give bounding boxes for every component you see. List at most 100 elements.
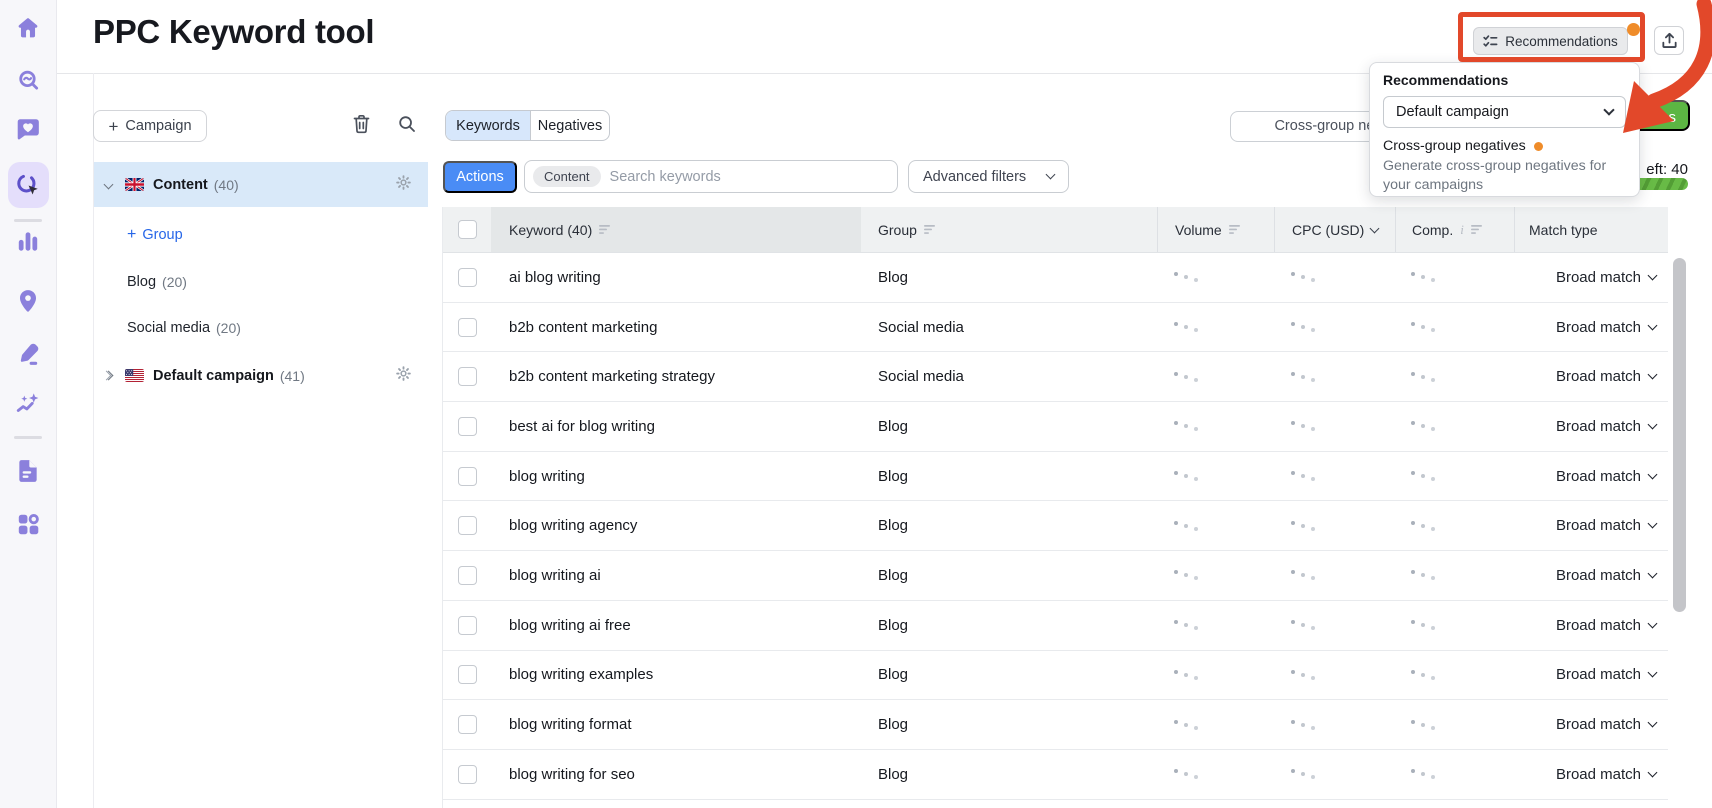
row-checkbox[interactable]: [457, 516, 477, 536]
match-type-dropdown[interactable]: Broad match: [1528, 269, 1669, 286]
match-type-dropdown[interactable]: Broad match: [1528, 766, 1669, 783]
match-type-dropdown[interactable]: Broad match: [1528, 567, 1669, 584]
cpc-loading-dots: [1291, 421, 1395, 432]
row-checkbox[interactable]: [457, 764, 477, 784]
row-checkbox[interactable]: [457, 267, 477, 287]
actions-button[interactable]: Actions: [443, 161, 517, 193]
filter-chip-content[interactable]: Content: [533, 166, 601, 187]
chevron-down-icon[interactable]: [103, 179, 114, 190]
gear-icon[interactable]: [396, 365, 411, 386]
match-type-dropdown[interactable]: Broad match: [1528, 468, 1669, 485]
gear-icon[interactable]: [396, 174, 411, 195]
tab-keywords[interactable]: Keywords: [446, 111, 531, 140]
location-pin-icon[interactable]: [15, 288, 41, 314]
ppc-tool-icon[interactable]: [15, 172, 41, 198]
table-row: b2b content marketing strategy Social me…: [443, 352, 1669, 403]
export-button[interactable]: [1654, 26, 1684, 55]
volume-loading-dots: [1174, 322, 1274, 333]
flag-uk-icon: [125, 178, 144, 191]
recommendation-description: Generate cross-group negatives for your …: [1383, 158, 1607, 193]
sort-icon[interactable]: [599, 222, 612, 238]
column-header-competition[interactable]: Comp. i: [1395, 207, 1514, 252]
column-header-volume[interactable]: Volume: [1157, 207, 1274, 252]
ai-insights-icon[interactable]: [15, 391, 41, 417]
keywords-table: Keyword (40) Group Volume CPC (USD) Comp…: [442, 207, 1668, 808]
match-type-dropdown[interactable]: Broad match: [1528, 716, 1669, 733]
column-header-group[interactable]: Group: [861, 207, 1157, 252]
tree-item-campaign-default[interactable]: Default campaign (41): [94, 353, 428, 398]
delete-icon[interactable]: [352, 114, 371, 139]
cpc-loading-dots: [1291, 719, 1395, 730]
row-checkbox[interactable]: [457, 416, 477, 436]
home-icon[interactable]: [15, 15, 41, 41]
competition-loading-dots: [1411, 421, 1514, 432]
row-checkbox[interactable]: [457, 317, 477, 337]
match-type-dropdown[interactable]: Broad match: [1528, 368, 1669, 385]
campaign-select[interactable]: Default campaign: [1383, 96, 1626, 128]
tree-item-campaign-content[interactable]: Content (40): [94, 162, 428, 207]
row-checkbox[interactable]: [457, 367, 477, 387]
content-editor-icon[interactable]: [15, 341, 41, 367]
match-type-dropdown[interactable]: Broad match: [1528, 617, 1669, 634]
sort-icon[interactable]: [1470, 222, 1484, 238]
rail-divider: [14, 436, 42, 439]
row-checkbox[interactable]: [457, 665, 477, 685]
column-header-label: Keyword (40): [509, 221, 593, 238]
tree-item-group-social-media[interactable]: Social media (20): [94, 305, 428, 350]
checklist-icon: [1483, 34, 1498, 48]
add-group-label: Group: [142, 227, 183, 243]
search-tree-icon[interactable]: [398, 115, 416, 138]
vertical-scrollbar-thumb[interactable]: [1673, 258, 1686, 612]
notification-dot: [1627, 23, 1640, 36]
row-checkbox[interactable]: [457, 466, 477, 486]
tab-negatives[interactable]: Negatives: [531, 111, 609, 140]
tree-item-group-blog[interactable]: Blog (20): [94, 259, 428, 304]
match-type-dropdown[interactable]: Broad match: [1528, 666, 1669, 683]
match-type-value: Broad match: [1555, 566, 1641, 584]
table-body: ai blog writing Blog Broad match b2b con…: [443, 253, 1668, 800]
recommendations-button[interactable]: Recommendations: [1473, 27, 1628, 55]
table-row: blog writing examples Blog Broad match: [443, 650, 1669, 701]
add-group-button[interactable]: + Group: [127, 227, 183, 244]
chevron-down-icon[interactable]: [1369, 223, 1380, 233]
advanced-filters-button[interactable]: Advanced filters: [908, 160, 1069, 193]
volume-loading-dots: [1174, 520, 1274, 531]
volume-loading-dots: [1174, 272, 1274, 283]
add-campaign-button[interactable]: + Campaign: [93, 110, 207, 142]
plus-icon: +: [108, 116, 119, 136]
popup-title: Recommendations: [1383, 72, 1509, 88]
select-all-checkbox[interactable]: [457, 220, 477, 239]
competition-loading-dots: [1411, 669, 1514, 680]
match-type-dropdown[interactable]: Broad match: [1528, 517, 1669, 534]
volume-loading-dots: [1174, 421, 1274, 432]
row-checkbox[interactable]: [457, 715, 477, 735]
group-cell: Blog: [878, 566, 909, 584]
search-keywords-input[interactable]: Content Search keywords: [524, 160, 898, 193]
cpc-loading-dots: [1291, 520, 1395, 531]
column-header-cpc[interactable]: CPC (USD): [1274, 207, 1395, 252]
column-header-keyword[interactable]: Keyword (40): [491, 207, 861, 252]
keyword-cell: blog writing ai free: [509, 616, 631, 634]
table-row: blog writing agency Blog Broad match: [443, 501, 1669, 552]
chevron-down-icon: [1603, 104, 1615, 116]
chevron-right-icon[interactable]: [103, 370, 114, 381]
match-type-dropdown[interactable]: Broad match: [1528, 418, 1669, 435]
row-checkbox[interactable]: [457, 565, 477, 585]
recommendation-item-cross-group-negatives[interactable]: Cross-group negatives: [1383, 138, 1626, 154]
keyword-cell: blog writing for seo: [509, 765, 635, 783]
group-name: Social media: [127, 319, 211, 336]
sort-icon[interactable]: [1228, 222, 1242, 238]
cpc-loading-dots: [1291, 570, 1395, 581]
group-cell: Blog: [878, 666, 909, 684]
volume-loading-dots: [1174, 719, 1274, 730]
sort-icon[interactable]: [923, 222, 937, 238]
volume-loading-dots: [1174, 769, 1274, 780]
campaign-name: Content: [153, 176, 208, 193]
reports-icon[interactable]: [15, 458, 41, 484]
row-checkbox[interactable]: [457, 615, 477, 635]
favorites-icon[interactable]: [15, 116, 41, 142]
keyword-research-icon[interactable]: [15, 67, 41, 93]
bar-chart-icon[interactable]: [15, 228, 41, 254]
match-type-dropdown[interactable]: Broad match: [1528, 319, 1669, 336]
apps-grid-icon[interactable]: [15, 511, 41, 537]
